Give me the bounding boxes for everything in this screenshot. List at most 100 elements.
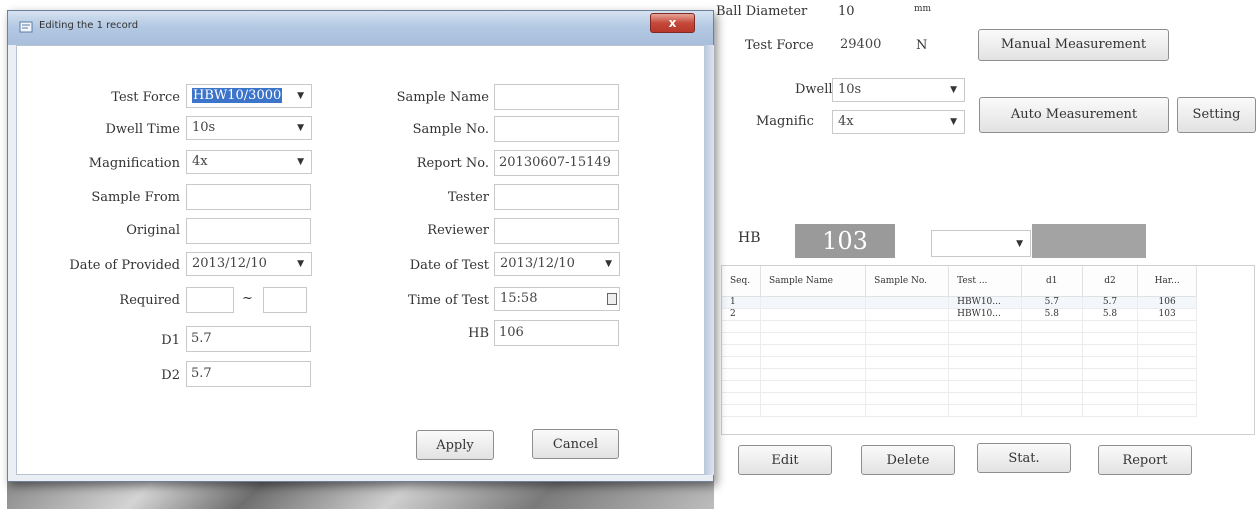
hb-status-box — [1032, 224, 1146, 258]
hb-label: HB — [468, 326, 489, 341]
date-test-picker[interactable]: 2013/12/10 ▼ — [494, 252, 620, 276]
date-provided-picker[interactable]: 2013/12/10 ▼ — [186, 252, 312, 276]
dwell-time-label: Dwell Time — [105, 122, 180, 137]
dialog-frame-right — [704, 45, 714, 475]
magnific-select[interactable]: 4x ▼ — [832, 110, 965, 134]
chevron-down-icon: ▼ — [950, 85, 957, 95]
test-force-unit: N — [916, 38, 928, 53]
dwell-time-select[interactable]: 10s ▼ — [186, 116, 312, 140]
dwell-time-value: 10s — [192, 120, 216, 135]
results-table[interactable]: Seq. Sample Name Sample No. Test ... d1 … — [721, 265, 1255, 435]
dialog-titlebar[interactable]: Editing the 1 record x — [8, 11, 713, 45]
chevron-down-icon: ▼ — [950, 117, 957, 127]
required-from-input[interactable] — [186, 287, 234, 313]
required-separator: ~ — [242, 291, 253, 306]
magnification-label: Magnification — [88, 156, 180, 171]
report-no-input[interactable]: 20130607-15149 — [494, 150, 619, 176]
setting-button[interactable]: Setting — [1177, 97, 1256, 133]
table-row-empty — [722, 380, 1197, 393]
table-row[interactable]: 1 HBW10... 5.7 5.7 106 — [722, 296, 1197, 309]
report-button[interactable]: Report — [1098, 445, 1192, 475]
required-label: Required — [119, 293, 180, 308]
column-header[interactable]: Sample Name — [760, 266, 867, 297]
delete-button[interactable]: Delete — [861, 445, 955, 475]
chevron-down-icon: ▼ — [297, 91, 304, 101]
chevron-down-icon: ▼ — [605, 259, 612, 269]
table-cell — [760, 296, 867, 309]
table-cell: 5.7 — [1021, 296, 1083, 309]
tester-label: Tester — [447, 190, 489, 205]
dwell-label: Dwell — [795, 82, 833, 97]
cancel-button[interactable]: Cancel — [532, 429, 619, 459]
original-label: Original — [126, 223, 180, 238]
table-cell — [760, 308, 867, 321]
date-provided-label: Date of Provided — [69, 258, 180, 273]
time-test-picker[interactable]: 15:58 — [494, 287, 620, 311]
dialog-title: Editing the 1 record — [39, 20, 139, 31]
test-force-select[interactable]: HBW10/3000 ▼ — [186, 84, 312, 108]
date-provided-value: 2013/12/10 — [192, 256, 267, 271]
ball-diameter-label: Ball Diameter — [716, 4, 808, 19]
table-row[interactable]: 2 HBW10... 5.8 5.8 103 — [722, 308, 1197, 321]
chevron-down-icon: ▼ — [1016, 239, 1023, 249]
column-header[interactable]: d1 — [1021, 266, 1083, 297]
table-cell: 1 — [722, 296, 761, 309]
close-icon: x — [668, 16, 677, 30]
test-force-value: HBW10/3000 — [192, 88, 283, 103]
table-cell: HBW10... — [948, 296, 1022, 309]
reviewer-label: Reviewer — [427, 223, 489, 238]
ball-diameter-value: 10 — [838, 4, 855, 19]
column-header[interactable]: Test ... — [948, 266, 1022, 297]
chevron-down-icon: ▼ — [297, 157, 304, 167]
time-test-value: 15:58 — [500, 291, 538, 306]
date-test-label: Date of Test — [409, 258, 489, 273]
table-row-empty — [722, 320, 1197, 333]
hb-input[interactable]: 106 — [494, 320, 619, 346]
column-header[interactable]: Har... — [1137, 266, 1197, 297]
table-cell — [865, 296, 950, 309]
ball-diameter-unit: mm — [914, 4, 932, 14]
apply-button[interactable]: Apply — [416, 430, 494, 460]
reviewer-input[interactable] — [494, 218, 619, 244]
table-header-row: Seq. Sample Name Sample No. Test ... d1 … — [722, 266, 1197, 297]
d1-input[interactable]: 5.7 — [186, 326, 311, 352]
sample-name-label: Sample Name — [396, 90, 489, 105]
table-cell: 5.7 — [1082, 296, 1139, 309]
column-header[interactable]: Seq. — [722, 266, 761, 297]
table-cell: 103 — [1137, 308, 1197, 321]
original-input[interactable] — [186, 218, 311, 244]
sample-from-label: Sample From — [91, 190, 180, 205]
tester-input[interactable] — [494, 184, 619, 210]
magnification-select[interactable]: 4x ▼ — [186, 150, 312, 174]
edit-record-dialog: Editing the 1 record x Test Force HBW10/… — [7, 10, 714, 482]
close-button[interactable]: x — [650, 13, 695, 33]
table-row-empty — [722, 332, 1197, 345]
dwell-select[interactable]: 10s ▼ — [832, 78, 965, 102]
manual-measurement-button[interactable]: Manual Measurement — [978, 29, 1169, 61]
hb-select[interactable]: ▼ — [931, 230, 1031, 257]
dwell-value: 10s — [838, 82, 862, 97]
d2-label: D2 — [161, 368, 180, 383]
column-header[interactable]: d2 — [1082, 266, 1139, 297]
table-row-empty — [722, 368, 1197, 381]
auto-measurement-button[interactable]: Auto Measurement — [979, 97, 1169, 133]
hb-display: 103 — [795, 224, 895, 258]
chevron-down-icon: ▼ — [297, 123, 304, 133]
column-header[interactable]: Sample No. — [865, 266, 950, 297]
table-cell: 2 — [722, 308, 761, 321]
test-force-field[interactable]: 29400 — [836, 33, 904, 59]
d2-input[interactable]: 5.7 — [186, 361, 311, 387]
time-test-label: Time of Test — [407, 293, 489, 308]
spin-icon[interactable] — [607, 293, 617, 305]
stat-button[interactable]: Stat. — [977, 443, 1071, 473]
table-row-empty — [722, 404, 1197, 417]
required-to-input[interactable] — [263, 287, 307, 313]
table-cell: 5.8 — [1082, 308, 1139, 321]
table-cell: 5.8 — [1021, 308, 1083, 321]
d1-label: D1 — [161, 333, 180, 348]
sample-name-input[interactable] — [494, 84, 619, 110]
sample-no-input[interactable] — [494, 116, 619, 142]
edit-button[interactable]: Edit — [738, 445, 832, 475]
table-cell: HBW10... — [948, 308, 1022, 321]
sample-from-input[interactable] — [186, 184, 311, 210]
